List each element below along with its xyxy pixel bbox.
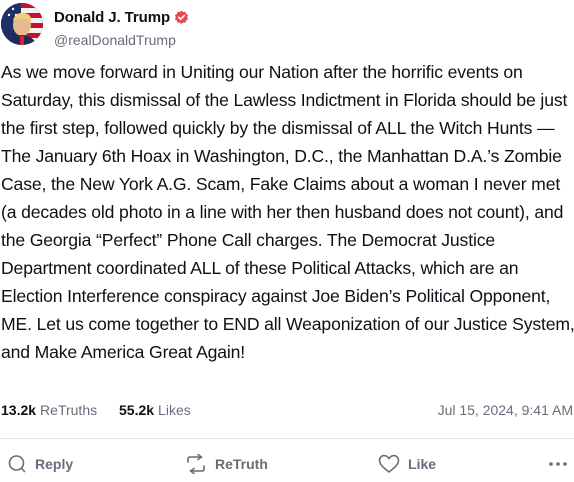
reply-label: Reply: [35, 456, 74, 472]
more-dots-icon: [548, 454, 568, 474]
like-label: Like: [408, 456, 437, 472]
display-name[interactable]: Donald J. Trump: [54, 9, 170, 26]
retruths-stat[interactable]: 13.2k ReTruths: [1, 402, 97, 418]
retruths-count: 13.2k: [1, 402, 37, 418]
action-bar: Reply ReTruth Like: [0, 450, 574, 478]
avatar[interactable]: [1, 3, 43, 45]
retruth-button[interactable]: ReTruth: [185, 450, 268, 478]
post-body: As we move forward in Uniting our Nation…: [1, 62, 574, 362]
divider: [0, 438, 574, 439]
retruth-arrows-icon: [185, 454, 207, 474]
heart-icon: [378, 454, 400, 474]
likes-count: 55.2k: [119, 402, 155, 418]
retruths-label: ReTruths: [40, 402, 98, 418]
avatar-image: [1, 3, 43, 45]
handle[interactable]: @realDonaldTrump: [54, 32, 176, 48]
retruth-label: ReTruth: [215, 456, 268, 472]
post-stats: 13.2k ReTruths 55.2k Likes Jul 15, 2024,…: [0, 402, 574, 422]
verified-badge-icon: [174, 10, 189, 25]
likes-label: Likes: [158, 402, 191, 418]
more-button[interactable]: [548, 450, 568, 478]
post-header: Donald J. Trump @realDonaldTrump: [0, 3, 574, 48]
speech-bubble-icon: [7, 454, 27, 474]
reply-button[interactable]: Reply: [7, 450, 73, 478]
name-row: Donald J. Trump: [54, 7, 189, 27]
like-button[interactable]: Like: [378, 450, 436, 478]
truth-post: Donald J. Trump @realDonaldTrump As we m…: [0, 0, 574, 482]
post-timestamp[interactable]: Jul 15, 2024, 9:41 AM: [438, 402, 573, 418]
likes-stat[interactable]: 55.2k Likes: [119, 402, 191, 418]
